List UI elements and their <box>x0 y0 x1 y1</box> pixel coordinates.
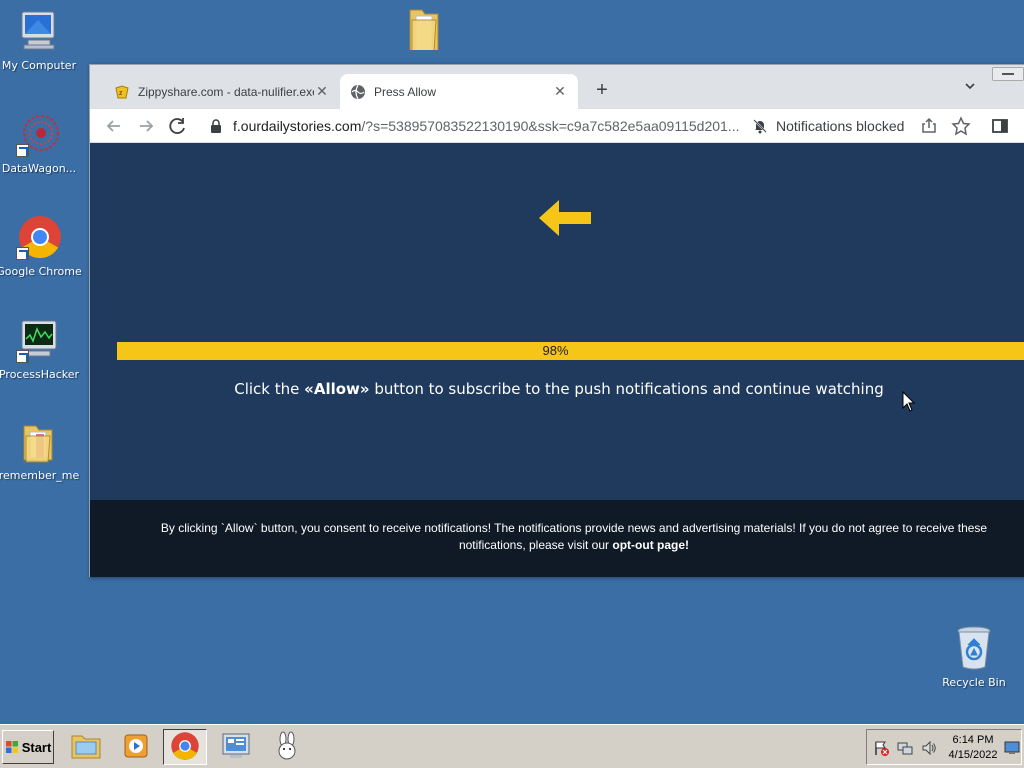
desktop-icon-label: My Computer <box>1 59 77 72</box>
lock-icon[interactable] <box>210 119 222 133</box>
tab-title: Zippyshare.com - data-nulifier.exe <box>138 84 314 99</box>
tab-zippyshare[interactable]: z Zippyshare.com - data-nulifier.exe ✕ <box>104 74 340 109</box>
folder-icon <box>16 418 62 464</box>
notifications-blocked-label: Notifications blocked <box>776 118 905 134</box>
taskbar-media-player[interactable] <box>114 729 158 765</box>
rabbit-icon <box>272 731 302 764</box>
side-panel-icon[interactable] <box>988 114 1012 138</box>
mouse-cursor-icon <box>902 390 916 413</box>
explorer-folder-icon <box>70 732 102 763</box>
desktop-icon-label: Recycle Bin <box>942 676 1006 689</box>
desktop-icon-google-chrome[interactable]: Google Chrome <box>0 214 82 278</box>
url-domain: f.ourdailystories.com <box>233 118 362 134</box>
footer-text: By clicking `Allow` button, you consent … <box>160 521 988 552</box>
bell-off-icon <box>752 118 768 134</box>
progress-percent: 98% <box>542 343 569 358</box>
instruction-text: Click the «Allow» button to subscribe to… <box>90 380 1024 398</box>
taskbar-explorer[interactable] <box>64 729 108 765</box>
recycle-bin-icon <box>951 625 997 671</box>
volume-icon[interactable] <box>921 740 937 759</box>
new-tab-button[interactable]: + <box>590 79 614 103</box>
chrome-icon <box>16 214 62 260</box>
windows-flag-icon <box>5 740 19 754</box>
page-content: 98% Click the «Allow» button to subscrib… <box>90 143 1024 577</box>
start-button[interactable]: Start <box>2 730 54 764</box>
desktop-icon-remember-me[interactable]: remember_me <box>0 418 80 482</box>
tab-strip: z Zippyshare.com - data-nulifier.exe ✕ P… <box>90 65 1024 109</box>
arrow-left-icon <box>537 198 593 238</box>
desktop-icon-processhacker[interactable]: ProcessHacker <box>0 317 80 381</box>
folder-icon <box>402 4 448 53</box>
progress-bar: 98% <box>117 342 1024 360</box>
desktop-icon-label: remember_me <box>0 469 80 482</box>
desktop-icon-recycle-bin[interactable]: Recycle Bin <box>935 625 1013 689</box>
action-center-flag-icon[interactable] <box>873 740 889 759</box>
desktop-icon-label: ProcessHacker <box>0 368 80 381</box>
reload-icon[interactable] <box>166 114 190 138</box>
taskbar-control-panel[interactable] <box>214 729 258 765</box>
tab-title: Press Allow <box>374 84 437 99</box>
window-minimize-button[interactable] <box>992 67 1024 81</box>
tab-press-allow[interactable]: Press Allow ✕ <box>340 74 578 109</box>
clock-date: 4/15/2022 <box>948 749 998 761</box>
globe-icon <box>350 84 366 100</box>
shortcut-arrow-icon <box>16 350 29 363</box>
forward-arrow-icon[interactable] <box>134 114 158 138</box>
desktop-icon-my-computer[interactable]: My Computer <box>0 8 78 72</box>
desktop-icon-datawagon[interactable]: DataWagon... <box>0 111 78 175</box>
network-icon[interactable] <box>897 740 913 759</box>
svg-text:z: z <box>119 90 123 97</box>
desktop-folder-top[interactable] <box>386 4 464 53</box>
tab-search-chevron-icon[interactable] <box>960 79 980 99</box>
instruction-prefix: Click the <box>234 380 305 398</box>
desktop-icon-label: Google Chrome <box>0 265 82 278</box>
taskbar-rabbit-app[interactable] <box>265 729 309 765</box>
control-panel-icon <box>220 731 252 764</box>
instruction-suffix: button to subscribe to the push notifica… <box>369 380 884 398</box>
datawagon-icon <box>16 111 62 157</box>
browser-toolbar: f.ourdailystories.com/?s=538957083522130… <box>90 109 1024 143</box>
processhacker-icon <box>16 317 62 363</box>
chrome-icon <box>170 731 200 764</box>
footer-end: ! <box>685 538 690 552</box>
shortcut-arrow-icon <box>16 247 29 260</box>
shortcut-arrow-icon <box>16 144 29 157</box>
desktop-icon-label: DataWagon... <box>1 162 77 175</box>
clock[interactable]: 6:14 PM 4/15/2022 <box>945 733 1001 763</box>
clock-time: 6:14 PM <box>952 734 994 746</box>
back-arrow-icon[interactable] <box>102 114 126 138</box>
notifications-blocked-chip[interactable]: Notifications blocked <box>752 116 904 136</box>
address-bar[interactable]: f.ourdailystories.com/?s=538957083522130… <box>233 118 748 136</box>
chrome-window: z Zippyshare.com - data-nulifier.exe ✕ P… <box>89 64 1024 577</box>
taskbar: Start 6:14 PM 4/15/2022 <box>0 724 1024 768</box>
share-icon[interactable] <box>917 114 941 138</box>
start-label: Start <box>21 739 52 755</box>
instruction-allow: «Allow» <box>304 380 370 398</box>
url-path: /?s=538957083522130190&ssk=c9a7c582e5aa0… <box>361 118 740 134</box>
media-player-icon <box>121 731 151 764</box>
system-tray: 6:14 PM 4/15/2022 <box>866 729 1022 765</box>
tab-close-icon[interactable]: ✕ <box>314 83 330 100</box>
bookmark-star-icon[interactable] <box>949 114 973 138</box>
show-desktop-icon[interactable] <box>1004 741 1020 758</box>
taskbar-chrome[interactable] <box>163 729 207 765</box>
opt-out-link[interactable]: opt-out page <box>612 538 685 552</box>
zippyshare-favicon-icon: z <box>114 84 130 100</box>
my-computer-icon <box>16 8 62 54</box>
consent-footer: By clicking `Allow` button, you consent … <box>90 500 1024 577</box>
tab-close-icon[interactable]: ✕ <box>552 83 568 100</box>
